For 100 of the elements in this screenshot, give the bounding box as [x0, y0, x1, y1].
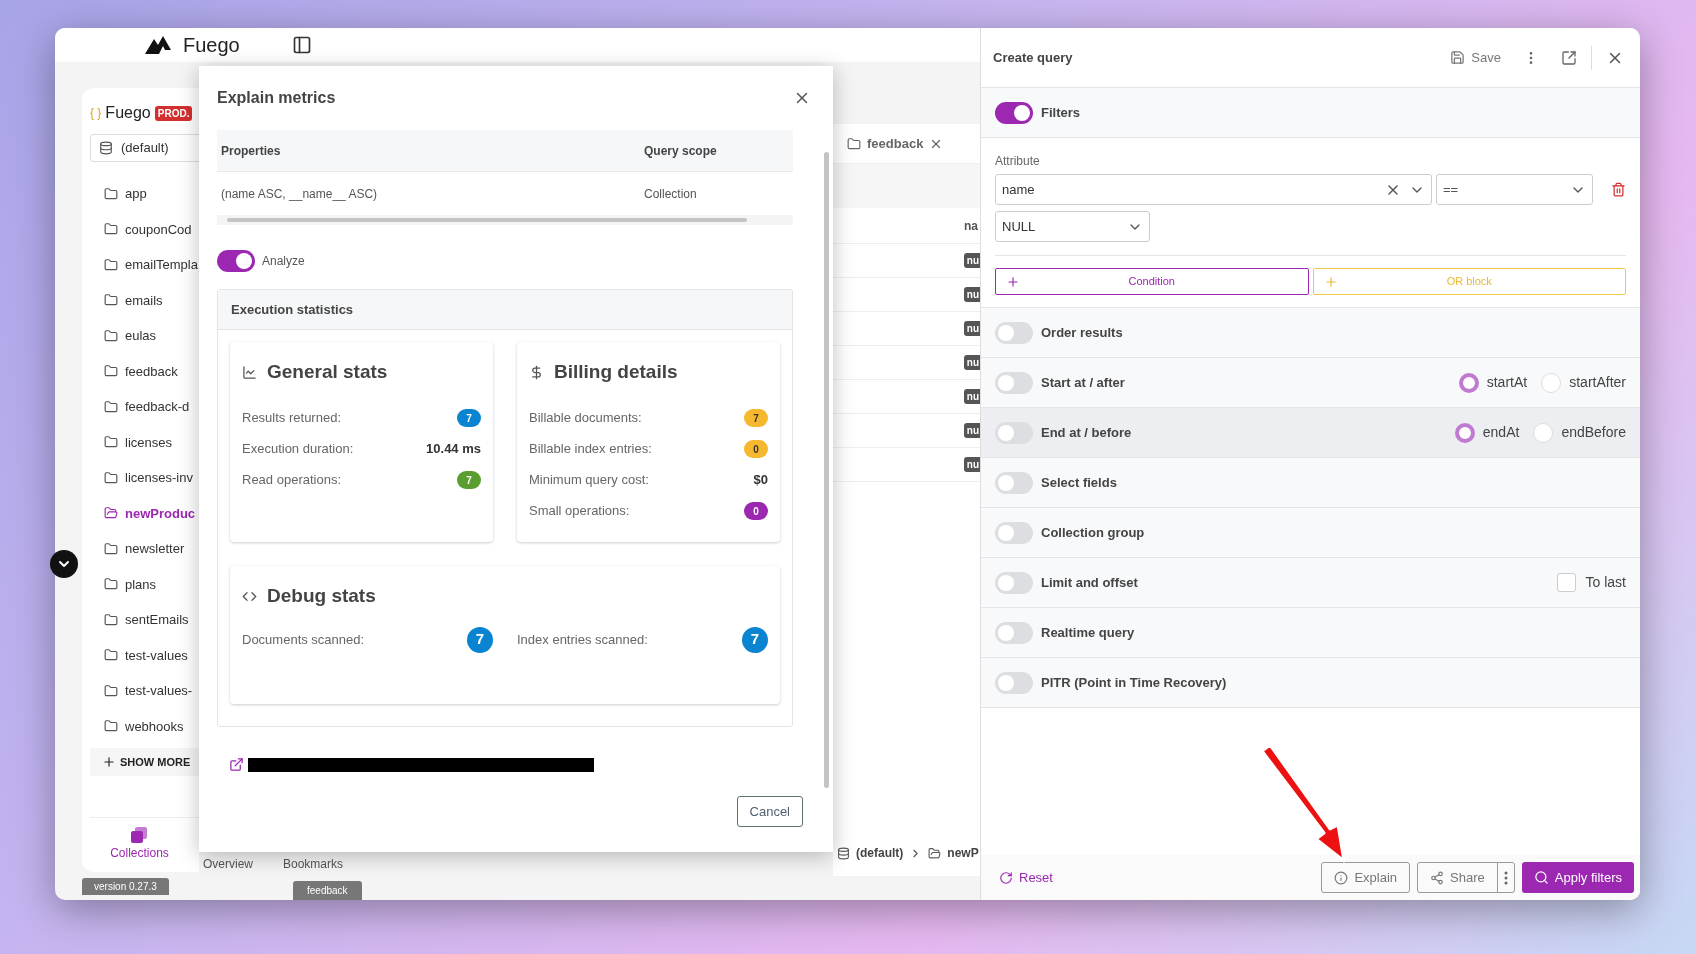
radio-option[interactable]: startAt	[1458, 372, 1528, 393]
scrollbar[interactable]	[227, 218, 747, 222]
explain-button[interactable]: Explain	[1321, 862, 1411, 893]
folder-icon	[847, 136, 861, 151]
collection-item[interactable]: newsletter	[90, 531, 199, 567]
sidebar-toggle-icon[interactable]	[291, 35, 312, 55]
folder-icon	[104, 257, 118, 272]
collection-item[interactable]: test-values	[90, 637, 199, 673]
card-title: Debug stats	[267, 584, 376, 608]
floating-button[interactable]	[50, 550, 78, 578]
null-badge: nu	[963, 355, 980, 370]
collection-item[interactable]: newProduc	[90, 495, 199, 531]
collection-item[interactable]: webhooks	[90, 708, 199, 744]
toggle-switch[interactable]	[995, 371, 1033, 394]
radio-option[interactable]: endBefore	[1533, 422, 1626, 443]
toggle-switch[interactable]	[995, 571, 1033, 594]
attribute-select[interactable]: name	[995, 174, 1432, 205]
null-badge: nu	[963, 423, 980, 438]
count-badge: 0	[744, 502, 768, 520]
share-icon	[1430, 870, 1445, 885]
toggle-switch[interactable]	[995, 321, 1033, 344]
table-cell-text: Collection	[644, 185, 697, 203]
collection-item[interactable]: app	[90, 176, 199, 212]
collection-item[interactable]: feedback-d	[90, 389, 199, 425]
stat-label: Documents scanned:	[242, 630, 365, 649]
count-badge: 7	[467, 626, 493, 653]
collection-item[interactable]: emailTempla	[90, 247, 199, 283]
folder-icon	[928, 846, 942, 860]
nav-tab[interactable]: Bookmarks	[283, 855, 344, 873]
collection-item[interactable]: licenses-inv	[90, 460, 199, 496]
app-name: Fuego	[183, 33, 240, 58]
apply-filters-button[interactable]: Apply filters	[1521, 862, 1634, 893]
null-badge: nu	[963, 321, 980, 336]
dollar-icon	[529, 364, 544, 380]
collection-item[interactable]: emails	[90, 282, 199, 318]
feedback-button[interactable]: feedback	[293, 881, 362, 900]
collection-item[interactable]: couponCod	[90, 211, 199, 247]
null-badge: nu	[963, 253, 980, 268]
search-icon	[1533, 870, 1549, 885]
database-icon	[99, 141, 113, 155]
filters-toggle[interactable]	[995, 101, 1033, 124]
reset-icon	[999, 870, 1013, 885]
info-icon	[1334, 870, 1349, 885]
cancel-button[interactable]: Cancel	[736, 796, 803, 827]
option-label: PITR (Point in Time Recovery)	[1041, 673, 1227, 692]
nav-tab[interactable]: Overview	[203, 855, 253, 873]
analyze-toggle[interactable]	[217, 250, 255, 272]
nav-tab[interactable]: Collections	[110, 826, 169, 862]
add-condition-button[interactable]: Condition	[995, 268, 1309, 295]
stat-label: Read operations:	[242, 471, 341, 490]
collection-item[interactable]: test-values-	[90, 673, 199, 709]
radio-option[interactable]: startAfter	[1541, 372, 1626, 393]
null-badge: nu	[963, 457, 980, 472]
card-title: Billing details	[554, 360, 678, 384]
toggle-switch[interactable]	[995, 471, 1033, 494]
collection-item[interactable]: eulas	[90, 318, 199, 354]
breadcrumb-item[interactable]: newP	[947, 844, 979, 862]
option-label: Collection group	[1041, 523, 1145, 542]
braces-icon: { }	[90, 104, 102, 122]
panel-title: Create query	[993, 48, 1073, 67]
show-more-button[interactable]: SHOW MORE	[90, 748, 199, 776]
collection-item[interactable]: plans	[90, 566, 199, 602]
stat-value: 10.44 ms	[426, 440, 481, 459]
toggle-switch[interactable]	[995, 521, 1033, 544]
field-label: Attribute	[995, 153, 1041, 170]
radio-option[interactable]: endAt	[1454, 422, 1520, 443]
breadcrumb-item[interactable]: (default)	[856, 844, 904, 862]
toggle-switch[interactable]	[995, 671, 1033, 694]
stat-label: Results returned:	[242, 409, 341, 428]
collection-item[interactable]: feedback	[90, 353, 199, 389]
count-badge: 0	[744, 440, 768, 458]
expand-icon[interactable]	[1561, 49, 1577, 66]
reset-button[interactable]: Reset	[999, 867, 1053, 888]
folder-icon	[104, 293, 118, 308]
folder-icon	[104, 683, 118, 698]
toggle-switch[interactable]	[995, 421, 1033, 444]
external-link-icon[interactable]	[229, 757, 244, 772]
database-select[interactable]: (default)	[90, 134, 199, 162]
checkbox-option[interactable]: To last	[1556, 572, 1626, 593]
section-title: Execution statistics	[231, 300, 354, 319]
stat-label: Billable index entries:	[529, 440, 652, 459]
collection-tab[interactable]: feedback	[847, 133, 944, 154]
folder-icon	[104, 186, 118, 201]
chart-icon	[242, 364, 257, 380]
toggle-switch[interactable]	[995, 621, 1033, 644]
stat-label: Billable documents:	[529, 409, 642, 428]
folder-icon	[104, 364, 118, 379]
collection-item[interactable]: licenses	[90, 424, 199, 460]
option-label: Select fields	[1041, 473, 1117, 492]
save-button[interactable]: Save	[1450, 47, 1501, 68]
stat-label: Execution duration:	[242, 440, 354, 459]
count-badge: 7	[457, 471, 481, 489]
scrollbar[interactable]	[824, 152, 829, 788]
option-label: Start at / after	[1041, 373, 1125, 392]
collection-item[interactable]: sentEmails	[90, 602, 199, 638]
toggle-label: Analyze	[262, 253, 305, 270]
value-select[interactable]: NULL	[995, 211, 1150, 242]
delete-icon[interactable]	[1611, 182, 1626, 197]
table-cell-text: (name ASC, __name__ ASC)	[221, 185, 379, 203]
operator-select[interactable]: ==	[1436, 174, 1593, 205]
